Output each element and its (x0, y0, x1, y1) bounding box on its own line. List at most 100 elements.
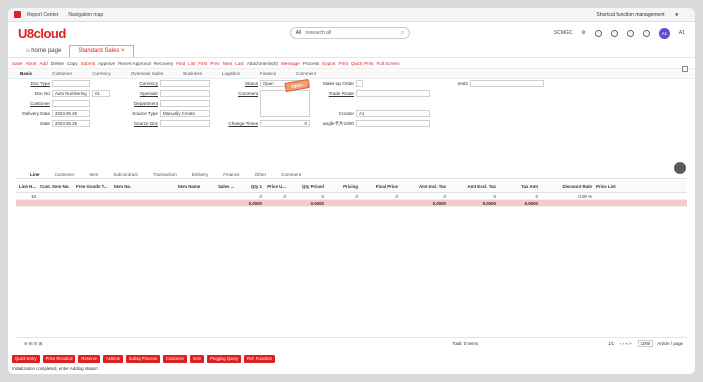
makeup-order-checkbox[interactable] (356, 80, 363, 87)
subtab-customer[interactable]: Customer (52, 71, 72, 76)
pager-buttons[interactable]: ‹ › « » (620, 341, 631, 346)
column-header[interactable]: Free Goods T... (74, 184, 112, 189)
toolbar-button-message[interactable]: Message (281, 61, 300, 66)
report-center-link[interactable]: Report Center (27, 12, 58, 18)
action-button-price-recalcul[interactable]: Price Recalcul (42, 355, 76, 363)
toolbar-button-attachments-0-[interactable]: Attachments(0) (247, 61, 278, 66)
subtab-business[interactable]: Business (183, 71, 202, 76)
search-input[interactable]: research all (305, 30, 400, 36)
line-tab-transaction[interactable]: Transaction (153, 172, 177, 177)
comment-field[interactable] (260, 90, 310, 117)
column-header[interactable]: Line N... (16, 184, 38, 189)
toolbar-button-approve[interactable]: Approve (98, 61, 115, 66)
expand-icon[interactable] (682, 66, 688, 72)
table-cell[interactable]: 0.00 % (540, 194, 594, 199)
grid-menu-icon[interactable] (674, 162, 686, 174)
test2-field[interactable] (470, 80, 544, 87)
table-cell[interactable]: 0 (326, 194, 360, 199)
column-header[interactable]: Price List (594, 184, 624, 189)
column-header[interactable]: Qty Priced (288, 184, 326, 189)
search-box[interactable]: All research all ○ (289, 27, 410, 39)
subtab-finance[interactable]: Finance (260, 71, 276, 76)
toolbar-button-delete[interactable]: Delete (51, 61, 64, 66)
action-button-reserve[interactable]: Reserve (78, 355, 101, 363)
navigation-map-link[interactable]: Navigation map (68, 12, 103, 18)
line-tab-comment[interactable]: Comment (281, 172, 301, 177)
action-button-pegging-query[interactable]: Pegging Query (207, 355, 242, 363)
table-cell[interactable]: 0 (264, 194, 288, 199)
column-header[interactable]: Qty 1 (236, 184, 264, 189)
subtab-currency[interactable]: Currency (92, 71, 111, 76)
doc-no-suffix[interactable]: 01 (92, 90, 110, 97)
operator-field[interactable] (160, 90, 210, 97)
column-header[interactable]: Sales ... (216, 184, 236, 189)
toolbar-button-copy[interactable]: Copy (67, 61, 78, 66)
toolbar-button-add[interactable]: Add (39, 61, 47, 66)
toolbar-button-submit[interactable]: Submit (81, 61, 95, 66)
source-type-select[interactable]: Manually Create (160, 110, 210, 117)
column-header[interactable]: Pricing (326, 184, 360, 189)
currency-field[interactable] (160, 80, 210, 87)
wgfe-field[interactable] (356, 120, 430, 127)
org-select[interactable]: SCMGC (554, 30, 573, 36)
search-icon[interactable]: ○ (401, 30, 404, 36)
column-header[interactable]: Tax Amt (498, 184, 540, 189)
toolbar-button-first[interactable]: First (198, 61, 207, 66)
line-tab-finance[interactable]: Finance (223, 172, 239, 177)
table-cell[interactable]: 10 (16, 194, 38, 199)
doc-type-field[interactable] (52, 80, 90, 87)
line-tab-other[interactable]: Other (255, 172, 267, 177)
toolbar-button-last[interactable]: Last (235, 61, 244, 66)
toolbar-button-print[interactable]: Print (339, 61, 348, 66)
department-field[interactable] (160, 100, 210, 107)
source-doc-field[interactable] (160, 120, 210, 127)
message-icon[interactable] (610, 29, 618, 37)
action-button-quick-entry[interactable]: Quick Entry (12, 355, 40, 363)
toolbar-button-abort[interactable]: Abort (25, 61, 36, 66)
toolbar-button-prev[interactable]: Prev (210, 61, 219, 66)
column-header[interactable]: Amt Excl. Tax (448, 184, 498, 189)
help-icon[interactable] (626, 29, 634, 37)
line-tab-delivery[interactable]: Delivery (192, 172, 209, 177)
column-header[interactable]: Cust. Item No. (38, 184, 74, 189)
action-button-item[interactable]: Item (190, 355, 205, 363)
column-header[interactable]: Discount Rate (540, 184, 594, 189)
column-header[interactable]: Item No. (112, 184, 176, 189)
subtab-overseas-sales[interactable]: Overseas Sales (131, 71, 163, 76)
action-button-customer[interactable]: Customer (162, 355, 188, 363)
grid-tools-icon[interactable]: ⊕ ⊞ ⊟ ⊠ (24, 341, 42, 347)
line-tab-subcontract[interactable]: Subcontract (113, 172, 138, 177)
page-size-select[interactable]: 1000 (637, 340, 654, 347)
star-icon[interactable]: ★ (675, 12, 679, 18)
doc-no-field[interactable]: Auto Numbering (52, 90, 90, 97)
line-tab-customer[interactable]: Customer (54, 172, 74, 177)
table-cell[interactable]: 0 (360, 194, 400, 199)
action-button-rel-function[interactable]: Rel. Function (244, 355, 275, 363)
toolbar-button-export[interactable]: Export (322, 61, 335, 66)
toolbar-button-revert-approval[interactable]: Revert Approval (118, 61, 151, 66)
table-cell[interactable]: 0 (498, 194, 540, 199)
subtab-logistics[interactable]: Logistics (222, 71, 240, 76)
toolbar-button-find[interactable]: Find (176, 61, 185, 66)
subtab-comment[interactable]: Comment (296, 71, 316, 76)
action-button-actions[interactable]: Actions (103, 355, 123, 363)
toolbar-button-quick-print[interactable]: Quick Print (351, 61, 373, 66)
line-tab-item[interactable]: Item (89, 172, 98, 177)
toolbar-button-save[interactable]: Save (12, 61, 22, 66)
notification-icon[interactable] (642, 29, 650, 37)
toolbar-button-process[interactable]: Process (303, 61, 320, 66)
table-row[interactable]: 10 0 0 0 0 0 0 0 0 0.00 % (16, 193, 687, 200)
search-scope-select[interactable]: All (296, 30, 302, 36)
column-header[interactable]: Final Price (360, 184, 400, 189)
table-cell[interactable]: 0 (448, 194, 498, 199)
tab-standard-sales[interactable]: Standard Sales × (69, 45, 134, 57)
trade-route-field[interactable] (356, 90, 430, 97)
line-tab-line[interactable]: Line (30, 172, 39, 177)
shortcut-management-link[interactable]: Shortcut function management (596, 12, 664, 18)
table-cell[interactable]: 0 (288, 194, 326, 199)
action-button-subsq-process[interactable]: Subsq Process (125, 355, 160, 363)
toolbar-button-full-screen[interactable]: Full Screen (376, 61, 399, 66)
table-cell[interactable]: 0 (236, 194, 264, 199)
menu-icon[interactable] (14, 11, 21, 18)
delivery-date-field[interactable]: 2023.05.25 (52, 110, 90, 117)
